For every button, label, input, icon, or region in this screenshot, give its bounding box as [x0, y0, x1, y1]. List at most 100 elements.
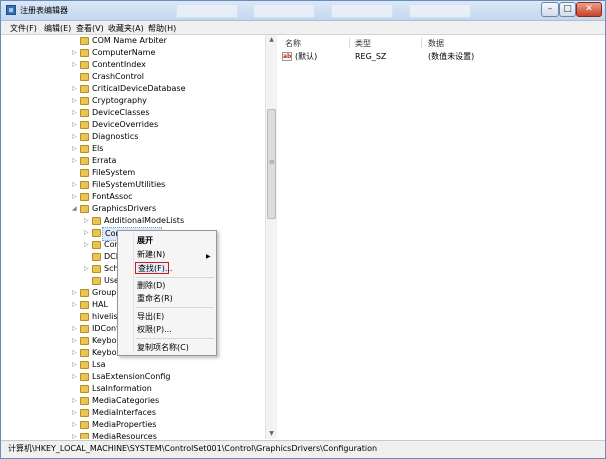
folder-icon	[80, 61, 89, 69]
folder-icon	[80, 181, 89, 189]
expand-icon[interactable]: ▷	[72, 323, 78, 335]
folder-icon	[92, 265, 101, 273]
scrollbar-thumb[interactable]	[267, 109, 276, 219]
value-data: (数值未设置)	[428, 52, 475, 61]
scroll-down-arrow-icon[interactable]: ▼	[266, 429, 277, 439]
column-header-name[interactable]: 名称	[285, 38, 301, 49]
folder-icon	[80, 97, 89, 105]
window-title: 注册表编辑器	[20, 6, 68, 15]
expand-icon[interactable]: ▷	[72, 287, 78, 299]
menu-separator	[136, 307, 214, 308]
folder-icon	[80, 145, 89, 153]
expand-icon[interactable]: ▷	[72, 143, 78, 155]
folder-icon	[80, 337, 89, 345]
blurred-title-region	[253, 4, 315, 18]
folder-icon	[80, 433, 89, 439]
maximize-button[interactable]: □	[559, 2, 576, 17]
expand-icon[interactable]: ▷	[72, 431, 78, 439]
menu-file[interactable]: 文件(F)	[10, 23, 37, 34]
folder-icon	[92, 229, 101, 237]
values-list[interactable]: 名称 类型 数据 ab (默认) REG_SZ (数值未设置)	[279, 35, 605, 439]
tree-scrollbar[interactable]: ▲ ▼	[265, 35, 277, 439]
blurred-title-region	[331, 4, 393, 18]
column-header-type[interactable]: 类型	[355, 38, 371, 49]
expand-icon[interactable]: ▷	[72, 179, 78, 191]
folder-icon	[80, 421, 89, 429]
expand-icon[interactable]: ▷	[72, 395, 78, 407]
folder-icon	[92, 277, 101, 285]
expand-icon[interactable]: ▷	[72, 107, 78, 119]
open-folder-icon	[80, 205, 89, 213]
folder-icon	[80, 133, 89, 141]
folder-icon	[92, 241, 101, 249]
value-name[interactable]: (默认)	[295, 51, 317, 63]
folder-icon	[92, 217, 101, 225]
menu-separator	[136, 338, 214, 339]
menu-item-export[interactable]: 导出(E)	[137, 311, 164, 323]
close-button[interactable]: ✕	[576, 2, 602, 17]
expand-icon[interactable]: ▷	[72, 371, 78, 383]
submenu-arrow-icon: ▶	[206, 253, 211, 260]
menu-item-rename[interactable]: 重命名(R)	[137, 293, 173, 305]
menu-item-find[interactable]: 查找(F)...	[135, 262, 172, 274]
blurred-title-region	[409, 4, 471, 18]
column-divider[interactable]	[421, 37, 422, 48]
folder-icon	[80, 37, 89, 45]
minimize-button[interactable]: –	[541, 2, 559, 17]
string-value-icon: ab	[282, 52, 292, 61]
expand-icon[interactable]: ▷	[72, 119, 78, 131]
menu-item-permissions[interactable]: 权限(P)...	[137, 324, 172, 336]
expand-icon[interactable]: ▷	[72, 47, 78, 59]
value-type: REG_SZ	[355, 52, 387, 61]
menu-edit[interactable]: 编辑(E)	[44, 23, 71, 34]
expand-icon[interactable]: ▷	[72, 407, 78, 419]
menu-help[interactable]: 帮助(H)	[148, 23, 176, 34]
title-bar[interactable]: 注册表编辑器 – □ ✕	[1, 1, 605, 21]
scroll-up-arrow-icon[interactable]: ▲	[266, 35, 277, 45]
expand-icon[interactable]: ▷	[72, 419, 78, 431]
folder-icon	[80, 301, 89, 309]
expand-icon[interactable]: ▷	[84, 227, 90, 239]
folder-icon	[80, 325, 89, 333]
folder-icon	[80, 109, 89, 117]
column-header-data[interactable]: 数据	[428, 38, 444, 49]
expand-icon[interactable]: ▷	[72, 83, 78, 95]
collapse-icon[interactable]: ◢	[72, 203, 78, 215]
menu-item-expand[interactable]: 展开	[137, 235, 153, 247]
expand-icon[interactable]: ▷	[72, 131, 78, 143]
menu-item-copy-key-name[interactable]: 复制项名称(C)	[137, 342, 189, 354]
expand-icon[interactable]: ▷	[84, 263, 90, 275]
folder-icon	[80, 373, 89, 381]
menu-item-delete[interactable]: 删除(D)	[137, 280, 165, 292]
context-menu: 展开 新建(N) ▶ 查找(F)... 删除(D) 重命名(R) 导出(E) 权…	[117, 230, 217, 356]
expand-icon[interactable]: ▷	[72, 359, 78, 371]
menu-gutter	[133, 233, 134, 353]
expand-icon[interactable]: ▷	[72, 155, 78, 167]
folder-icon	[80, 73, 89, 81]
folder-icon	[80, 289, 89, 297]
folder-icon	[80, 313, 89, 321]
registry-editor-window: 注册表编辑器 – □ ✕ 文件(F) 编辑(E) 查看(V) 收藏夹(A) 帮助…	[0, 0, 606, 459]
expand-icon[interactable]: ▷	[72, 335, 78, 347]
menu-favorites[interactable]: 收藏夹(A)	[108, 23, 144, 34]
folder-icon	[80, 169, 89, 177]
menu-separator	[136, 277, 214, 278]
expand-icon[interactable]: ▷	[72, 299, 78, 311]
expand-icon[interactable]: ▷	[72, 191, 78, 203]
menu-item-new[interactable]: 新建(N)	[137, 249, 165, 261]
expand-icon[interactable]: ▷	[84, 239, 90, 251]
folder-icon	[80, 49, 89, 57]
column-divider[interactable]	[349, 37, 350, 48]
folder-icon	[80, 385, 89, 393]
registry-app-icon	[6, 5, 16, 15]
folder-icon	[80, 361, 89, 369]
expand-icon[interactable]: ▷	[84, 215, 90, 227]
folder-icon	[80, 397, 89, 405]
folder-icon	[80, 85, 89, 93]
menu-view[interactable]: 查看(V)	[76, 23, 104, 34]
expand-icon[interactable]: ▷	[72, 95, 78, 107]
status-bar-path: 计算机\HKEY_LOCAL_MACHINE\SYSTEM\ControlSet…	[1, 440, 605, 458]
expand-icon[interactable]: ▷	[72, 347, 78, 359]
blurred-title-region	[176, 4, 238, 18]
expand-icon[interactable]: ▷	[72, 59, 78, 71]
